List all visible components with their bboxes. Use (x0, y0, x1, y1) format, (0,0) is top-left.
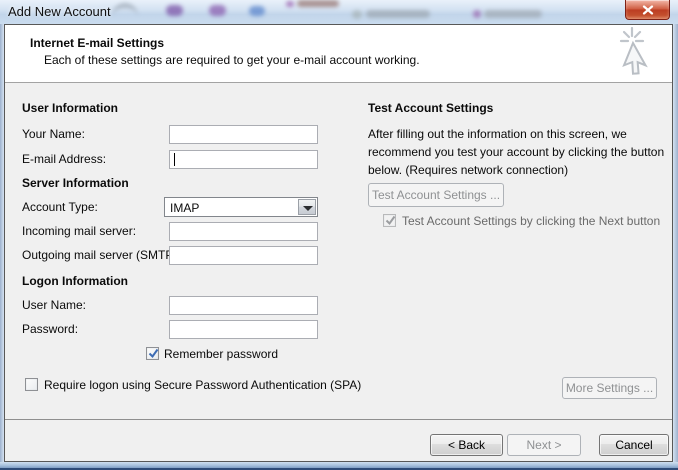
window-frame-right (673, 24, 678, 462)
outgoing-server-label: Outgoing mail server (SMTP): (22, 248, 181, 262)
blur-artifact (366, 10, 430, 18)
remember-password-checkbox[interactable] (146, 347, 159, 360)
chevron-down-icon (303, 206, 313, 211)
section-test-account-settings: Test Account Settings (368, 101, 493, 115)
email-address-label: E-mail Address: (22, 152, 106, 166)
back-button[interactable]: < Back (430, 434, 503, 456)
password-label: Password: (22, 322, 78, 336)
blur-artifact (166, 5, 183, 16)
incoming-server-input[interactable] (169, 222, 318, 241)
section-logon-information: Logon Information (22, 274, 128, 288)
window-frame-bottom (0, 462, 678, 470)
close-button[interactable] (625, 0, 670, 20)
test-description-line2: recommend you test your account by click… (368, 145, 664, 159)
remember-password-label: Remember password (164, 347, 278, 361)
your-name-label: Your Name: (22, 127, 85, 141)
text-caret (174, 153, 175, 166)
dialog-content: Internet E-mail Settings Each of these s… (4, 24, 673, 462)
test-account-settings-button[interactable]: Test Account Settings ... (368, 183, 504, 207)
blur-artifact (112, 3, 138, 19)
page-subtitle: Each of these settings are required to g… (44, 53, 420, 67)
password-input[interactable] (169, 320, 318, 339)
blur-artifact (209, 5, 226, 16)
blur-artifact (473, 10, 481, 18)
account-type-label: Account Type: (22, 200, 98, 214)
add-new-account-dialog: Add New Account Internet E-mail Settings… (0, 0, 678, 470)
blur-artifact (297, 0, 339, 7)
checkmark-icon (147, 347, 160, 360)
dropdown-button[interactable] (298, 199, 316, 215)
page-title: Internet E-mail Settings (30, 36, 164, 50)
footer-divider (5, 419, 672, 420)
account-type-value: IMAP (170, 201, 199, 215)
test-on-next-label: Test Account Settings by clicking the Ne… (402, 214, 660, 228)
test-description-line1: After filling out the information on thi… (368, 127, 627, 141)
test-on-next-checkbox[interactable] (383, 214, 396, 227)
window-title: Add New Account (8, 4, 111, 19)
checkmark-icon (384, 214, 397, 227)
blur-artifact (352, 10, 362, 19)
next-button[interactable]: Next > (507, 434, 581, 456)
wizard-header: Internet E-mail Settings Each of these s… (5, 25, 672, 83)
incoming-server-label: Incoming mail server: (22, 224, 136, 238)
close-icon (642, 5, 653, 14)
section-server-information: Server Information (22, 176, 129, 190)
spa-checkbox[interactable] (25, 378, 38, 391)
user-name-label: User Name: (22, 298, 86, 312)
user-name-input[interactable] (169, 296, 318, 315)
email-address-input[interactable] (169, 150, 318, 169)
cursor-sparkle-icon (618, 27, 666, 83)
titlebar[interactable]: Add New Account (0, 0, 678, 24)
section-user-information: User Information (22, 101, 118, 115)
more-settings-button[interactable]: More Settings ... (562, 377, 657, 399)
blur-artifact (286, 1, 294, 7)
spa-label: Require logon using Secure Password Auth… (44, 378, 361, 392)
blur-artifact (249, 6, 265, 16)
outgoing-server-input[interactable] (169, 246, 318, 265)
cancel-button[interactable]: Cancel (599, 434, 669, 456)
test-description-line3: below. (Requires network connection) (368, 163, 568, 177)
blur-artifact (484, 10, 542, 18)
your-name-input[interactable] (169, 125, 318, 144)
account-type-dropdown[interactable]: IMAP (164, 197, 318, 217)
